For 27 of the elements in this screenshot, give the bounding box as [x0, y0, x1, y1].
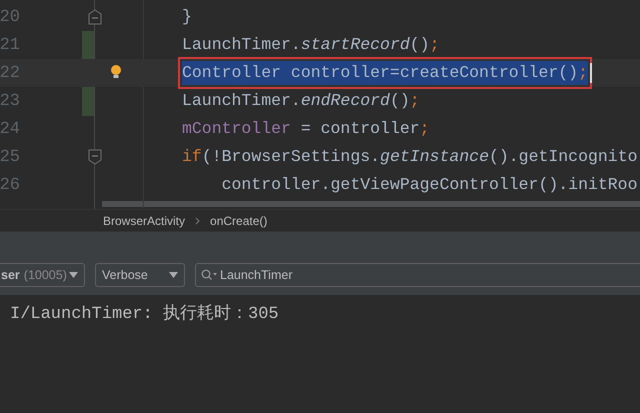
dropdown-arrow-icon: [169, 272, 178, 278]
line-number: 21: [0, 36, 20, 54]
fold-marker-icon[interactable]: [88, 149, 102, 165]
dropdown-arrow-icon: [69, 272, 78, 278]
process-dropdown[interactable]: ser (10005): [0, 263, 85, 287]
line-number: 25: [0, 148, 20, 166]
log-level-dropdown[interactable]: Verbose: [95, 263, 185, 287]
search-field[interactable]: LaunchTimer: [195, 263, 640, 287]
code-line: if(!BrowserSettings.getInstance().getIncognito: [182, 146, 638, 168]
breadcrumb-item[interactable]: BrowserActivity: [103, 212, 186, 230]
text-caret: [590, 62, 592, 83]
lightbulb-icon[interactable]: [110, 64, 122, 80]
fold-marker-icon[interactable]: [88, 9, 102, 25]
code-line: }: [182, 6, 192, 28]
line-number: 20: [0, 8, 20, 26]
search-icon: [201, 269, 217, 281]
line-number: 26: [0, 176, 20, 194]
code-line: LaunchTimer.endRecord();: [182, 90, 420, 112]
code-line: LaunchTimer.startRecord();: [182, 34, 440, 56]
breadcrumb-item[interactable]: onCreate(): [210, 212, 268, 230]
line-number: 23: [0, 92, 20, 110]
chevron-icon: [195, 216, 200, 224]
horizontal-scrollbar[interactable]: [102, 201, 640, 207]
code-line: controller.getViewPageController().initRoo: [220, 174, 638, 196]
line-number: 24: [0, 120, 20, 138]
code-line: mController = controller;: [182, 118, 430, 140]
log-line: I/LaunchTimer: 执行耗时：305: [10, 303, 280, 326]
